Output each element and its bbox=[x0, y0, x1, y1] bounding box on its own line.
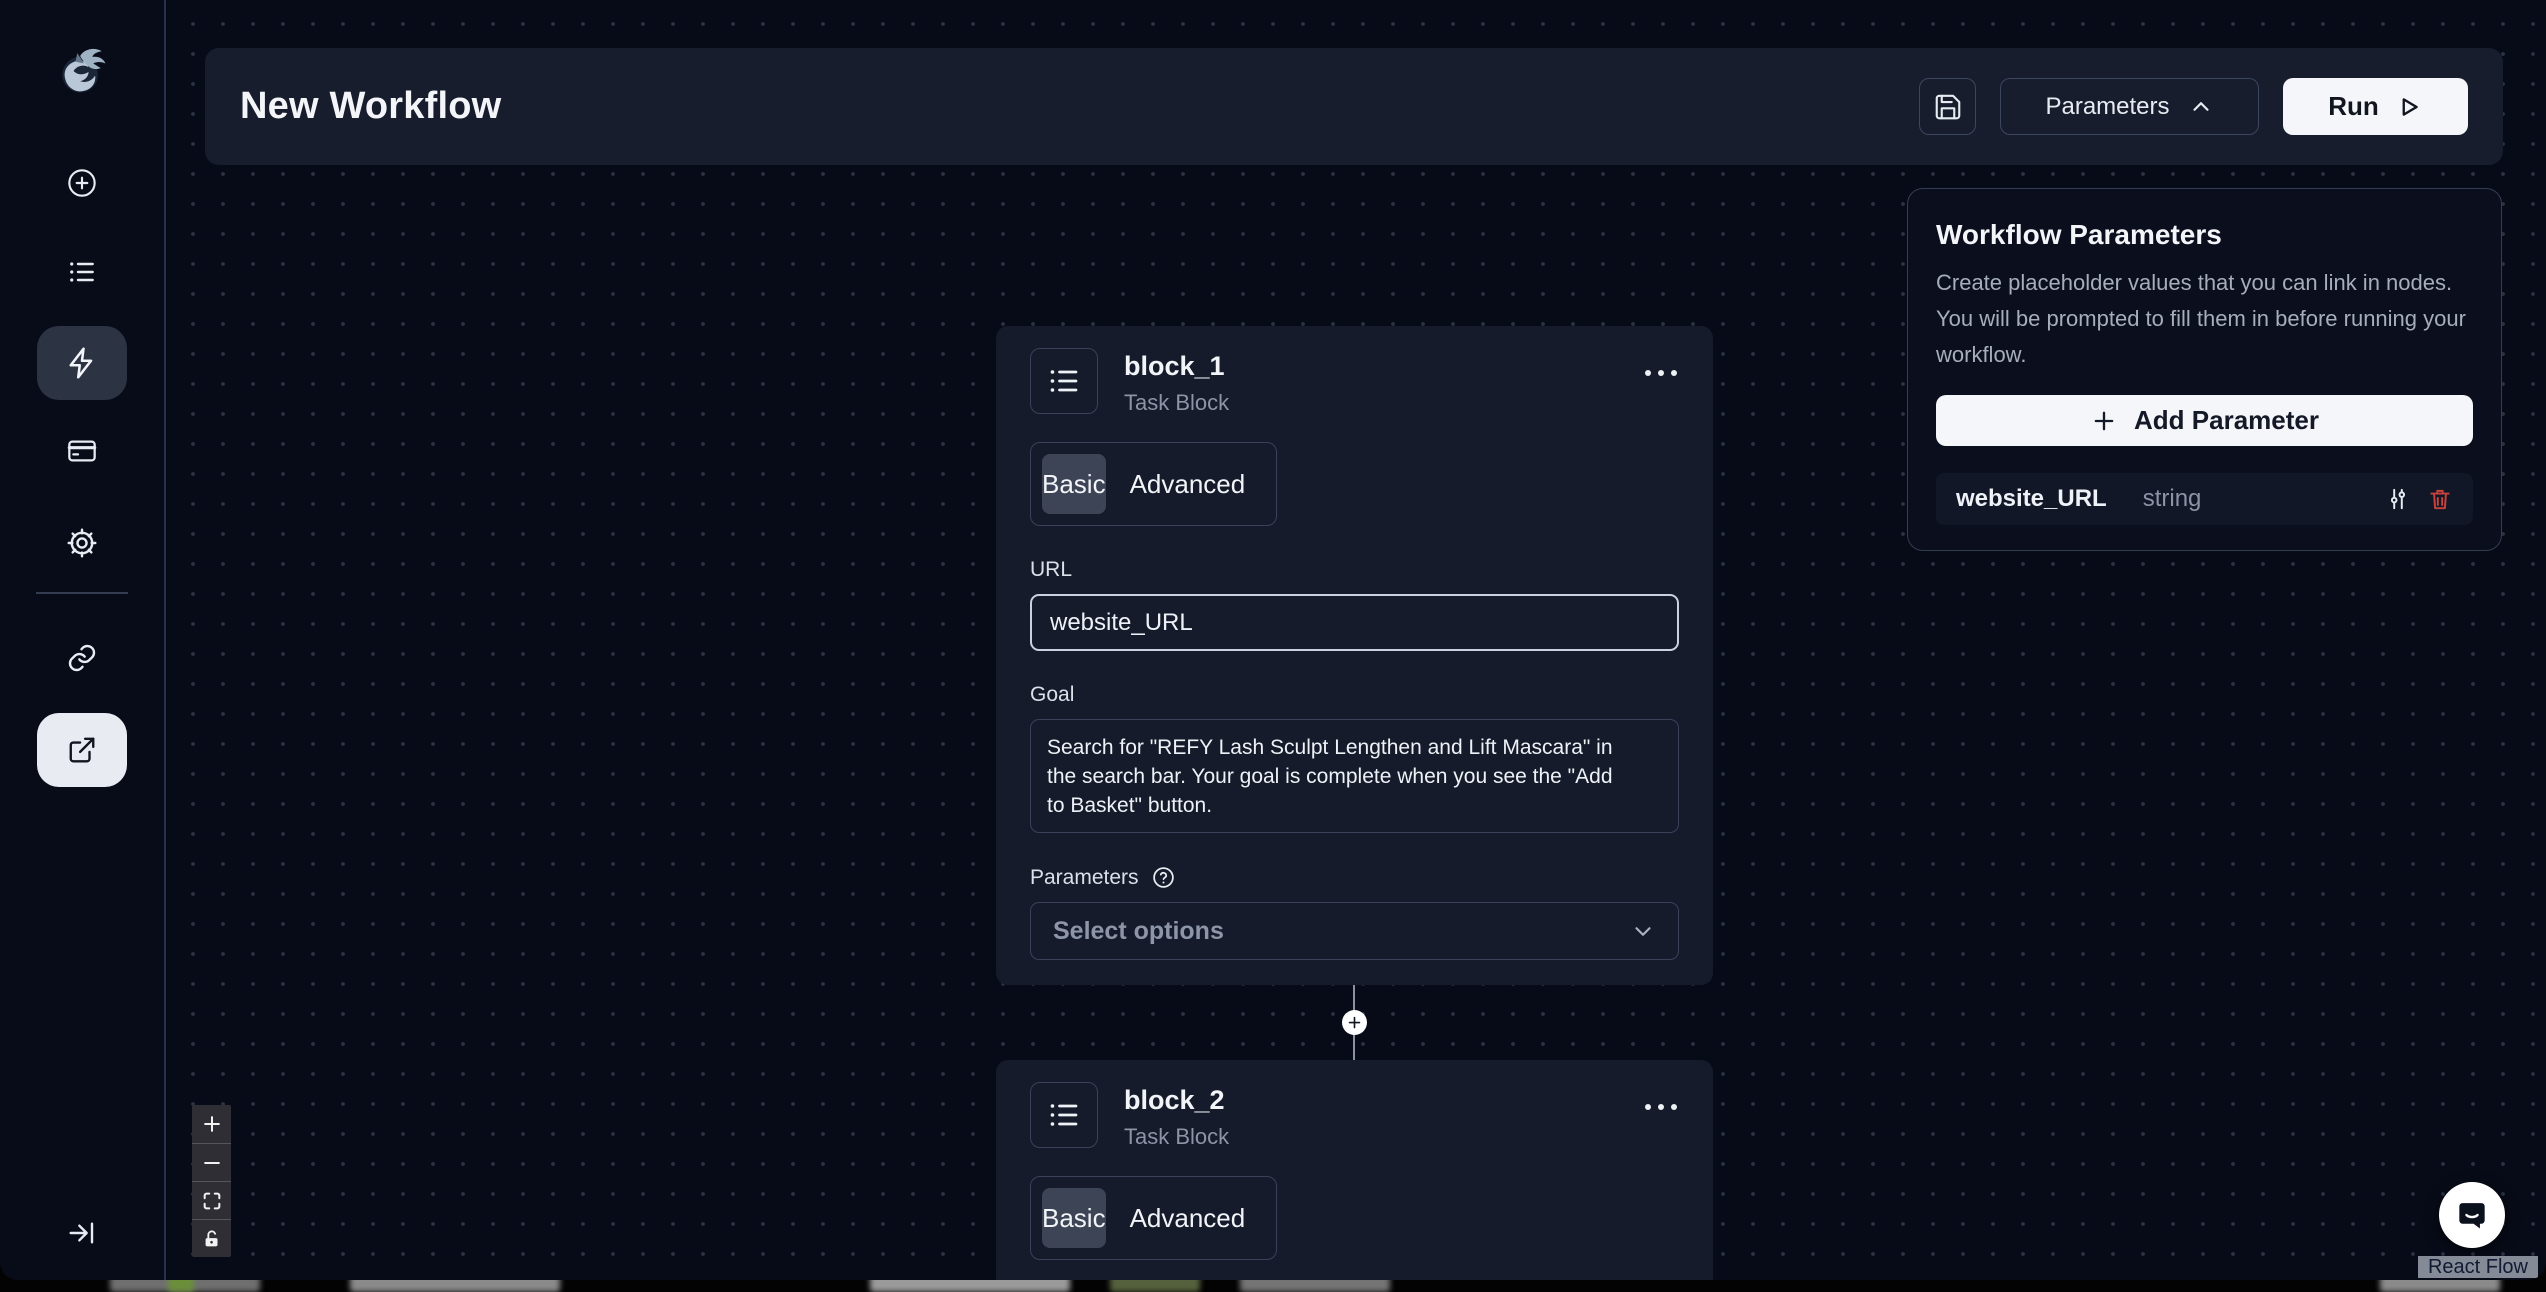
run-button[interactable]: Run bbox=[2283, 78, 2468, 135]
arrow-right-to-line-icon bbox=[66, 1217, 98, 1249]
canvas-controls bbox=[192, 1105, 231, 1257]
mode-tabs: Basic Advanced bbox=[1030, 442, 1277, 526]
url-label: URL bbox=[1030, 558, 1679, 582]
workflow-parameters-panel: Workflow Parameters Create placeholder v… bbox=[1907, 188, 2502, 551]
active-item-highlight bbox=[37, 326, 127, 400]
list-icon bbox=[1046, 1097, 1082, 1133]
parameters-label-text: Parameters bbox=[1030, 866, 1139, 890]
settings-gear-icon bbox=[65, 526, 99, 560]
url-input[interactable] bbox=[1030, 594, 1679, 651]
page-title: New Workflow bbox=[240, 85, 501, 128]
node-header: block_1 Task Block bbox=[1030, 348, 1679, 416]
chat-bubble-icon bbox=[2453, 1196, 2491, 1234]
zoom-out-button[interactable] bbox=[192, 1143, 231, 1181]
trash-icon bbox=[2427, 486, 2453, 512]
app-logo[interactable] bbox=[52, 38, 112, 102]
zoom-in-icon bbox=[201, 1113, 223, 1135]
mode-tabs: Basic Advanced bbox=[1030, 1176, 1277, 1260]
list-icon bbox=[66, 256, 98, 288]
save-button[interactable] bbox=[1919, 78, 1976, 135]
dragon-logo-icon bbox=[52, 38, 112, 102]
parameters-select[interactable]: Select options bbox=[1030, 902, 1679, 960]
list-icon bbox=[1046, 363, 1082, 399]
tab-advanced[interactable]: Advanced bbox=[1110, 469, 1266, 500]
sidebar-item-runs[interactable] bbox=[66, 256, 98, 288]
chevron-down-icon bbox=[1630, 918, 1656, 944]
edit-parameter-button[interactable] bbox=[2385, 486, 2411, 512]
parameters-button-label: Parameters bbox=[2045, 93, 2169, 121]
plus-icon bbox=[1347, 1015, 1362, 1030]
sidebar-divider bbox=[36, 592, 128, 594]
delete-parameter-button[interactable] bbox=[2427, 486, 2453, 512]
zoom-out-icon bbox=[201, 1152, 223, 1174]
run-button-label: Run bbox=[2328, 91, 2379, 122]
sidebar-item-workflows[interactable] bbox=[37, 326, 127, 400]
node-block-1[interactable]: block_1 Task Block Basic Advanced URL Go… bbox=[996, 326, 1713, 985]
chain-link-icon bbox=[66, 642, 98, 674]
attribution-label: React Flow bbox=[2428, 1256, 2528, 1279]
workflow-header: New Workflow Parameters Run bbox=[205, 48, 2503, 165]
sliders-vertical-icon bbox=[2385, 486, 2411, 512]
tab-basic[interactable]: Basic bbox=[1042, 1188, 1106, 1248]
goal-label: Goal bbox=[1030, 683, 1679, 707]
node-menu-button[interactable] bbox=[1645, 1104, 1677, 1110]
external-link-icon bbox=[67, 735, 97, 765]
node-title: block_1 bbox=[1124, 351, 1229, 382]
app-window: New Workflow Parameters Run bbox=[0, 0, 2546, 1280]
node-type-iconbox bbox=[1030, 1082, 1098, 1148]
lightning-zap-icon bbox=[64, 345, 100, 381]
active-item-highlight-light bbox=[37, 713, 127, 787]
panel-title: Workflow Parameters bbox=[1936, 219, 2473, 251]
help-circle-icon bbox=[1151, 865, 1176, 890]
tab-basic[interactable]: Basic bbox=[1042, 454, 1106, 514]
node-subtitle: Task Block bbox=[1124, 390, 1229, 416]
chevron-up-icon bbox=[2188, 94, 2214, 120]
node-subtitle: Task Block bbox=[1124, 1124, 1229, 1150]
credit-card-icon bbox=[66, 435, 98, 467]
tab-advanced[interactable]: Advanced bbox=[1110, 1203, 1266, 1234]
node-header: block_2 Task Block bbox=[1030, 1082, 1679, 1150]
react-flow-attribution[interactable]: React Flow bbox=[2418, 1256, 2538, 1278]
node-menu-button[interactable] bbox=[1645, 370, 1677, 376]
fit-view-icon bbox=[201, 1190, 223, 1212]
node-type-iconbox bbox=[1030, 348, 1098, 414]
play-icon bbox=[2395, 93, 2423, 121]
floppy-save-icon bbox=[1933, 92, 1963, 122]
lock-toggle-button[interactable] bbox=[192, 1219, 231, 1257]
node-title: block_2 bbox=[1124, 1085, 1229, 1116]
parameter-row: website_URL string bbox=[1936, 473, 2473, 525]
zoom-in-button[interactable] bbox=[192, 1105, 231, 1143]
unlock-icon bbox=[201, 1228, 223, 1250]
sidebar bbox=[0, 0, 166, 1280]
node-block-2[interactable]: block_2 Task Block Basic Advanced bbox=[996, 1060, 1713, 1280]
panel-description: Create placeholder values that you can l… bbox=[1936, 265, 2473, 373]
workflow-canvas[interactable]: New Workflow Parameters Run bbox=[166, 0, 2546, 1280]
chat-widget-button[interactable] bbox=[2439, 1182, 2505, 1248]
sidebar-item-integrations[interactable] bbox=[66, 642, 98, 674]
header-actions: Parameters Run bbox=[1919, 78, 2468, 135]
add-node-button[interactable] bbox=[1342, 1010, 1367, 1035]
sidebar-collapse-button[interactable] bbox=[66, 1217, 98, 1249]
parameter-key: website_URL bbox=[1956, 485, 2107, 513]
select-placeholder: Select options bbox=[1053, 917, 1224, 946]
add-parameter-label: Add Parameter bbox=[2134, 405, 2319, 436]
goal-textarea[interactable]: Search for "REFY Lash Sculpt Lengthen an… bbox=[1030, 719, 1679, 833]
parameters-toggle-button[interactable]: Parameters bbox=[2000, 78, 2259, 135]
parameter-type: string bbox=[2143, 485, 2202, 513]
plus-icon bbox=[2090, 407, 2118, 435]
fit-view-button[interactable] bbox=[192, 1181, 231, 1219]
sidebar-item-external[interactable] bbox=[37, 713, 127, 787]
sidebar-item-settings[interactable] bbox=[65, 526, 99, 560]
plus-circle-icon bbox=[66, 167, 98, 199]
sidebar-item-billing[interactable] bbox=[66, 435, 98, 467]
parameters-label: Parameters bbox=[1030, 865, 1679, 890]
add-parameter-button[interactable]: Add Parameter bbox=[1936, 395, 2473, 446]
sidebar-item-create[interactable] bbox=[66, 167, 98, 199]
